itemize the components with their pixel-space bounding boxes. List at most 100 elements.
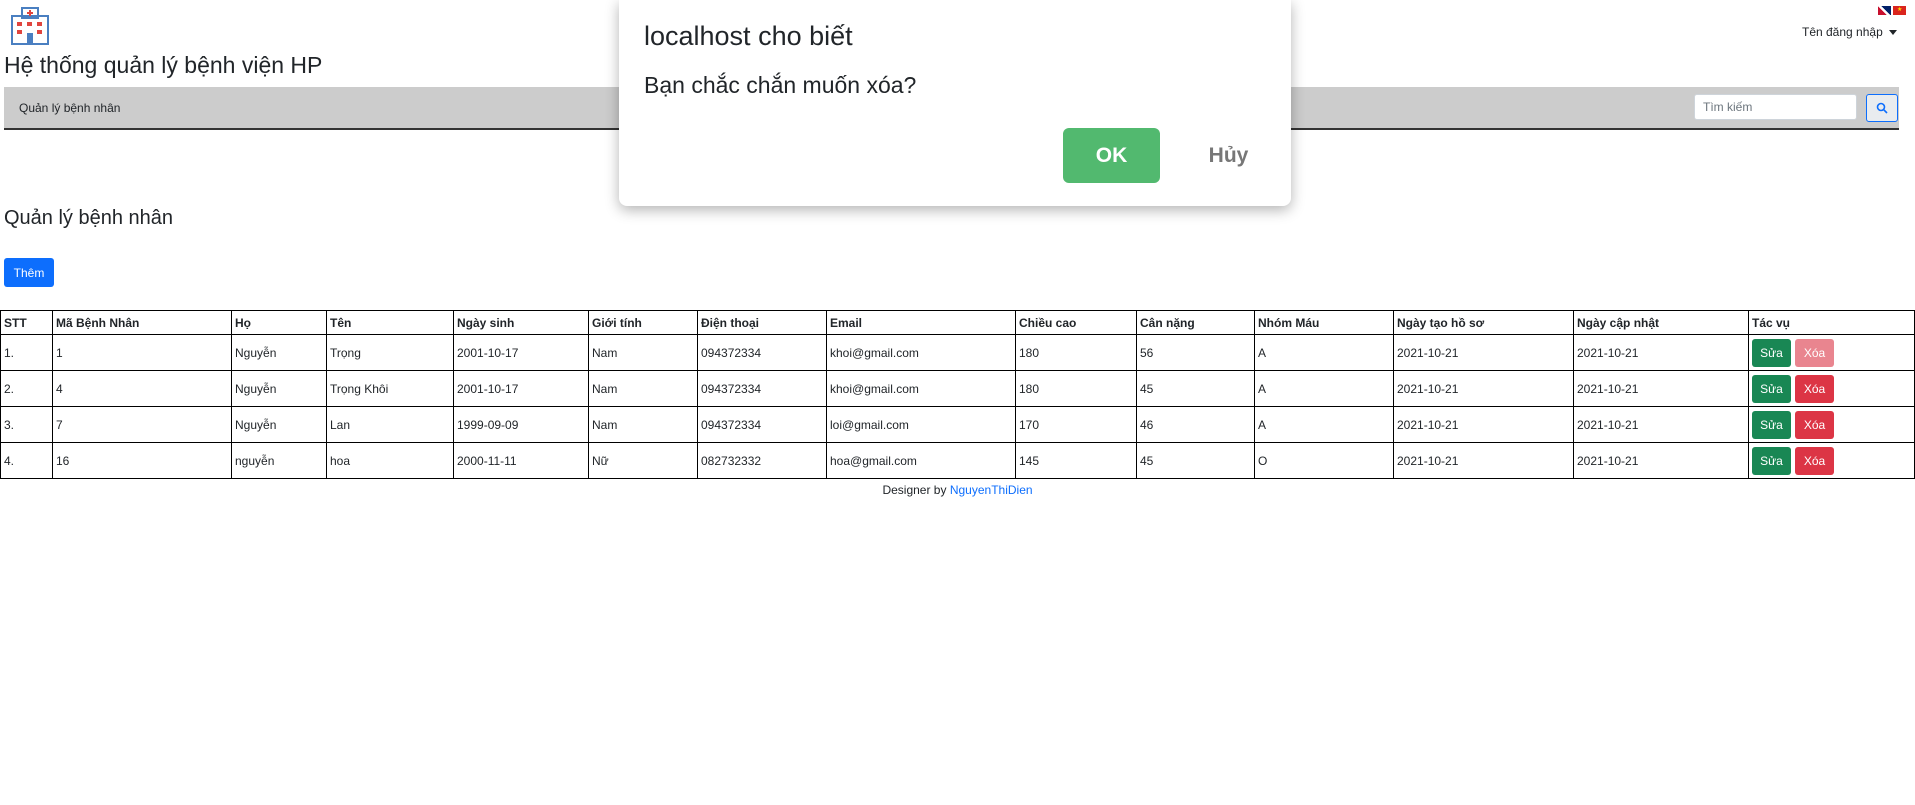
cell-weight: 56 (1136, 334, 1255, 371)
cell-last-name: Nguyễn (231, 406, 327, 443)
patient-table: STT Mã Bệnh Nhân Họ Tên Ngày sinh Giới t… (0, 310, 1915, 479)
delete-button[interactable]: Xóa (1795, 410, 1834, 439)
column-header: Email (826, 310, 1016, 335)
cell-phone: 094372334 (697, 334, 827, 371)
hospital-logo-icon[interactable] (8, 6, 52, 46)
column-header: Ngày sinh (453, 310, 589, 335)
cell-actions: Sửa Xóa (1748, 370, 1915, 407)
footer: Designer by NguyenThiDien (0, 483, 1915, 497)
cell-weight: 45 (1136, 370, 1255, 407)
cell-actions: Sửa Xóa (1748, 406, 1915, 443)
cell-actions: Sửa Xóa (1748, 442, 1915, 479)
cell-blood-type: A (1254, 370, 1394, 407)
cell-blood-type: O (1254, 442, 1394, 479)
cell-birth-date: 2000-11-11 (453, 442, 589, 479)
cell-patient-id: 1 (52, 334, 232, 371)
table-header-row: STT Mã Bệnh Nhân Họ Tên Ngày sinh Giới t… (0, 310, 1915, 335)
vn-flag-icon[interactable] (1893, 6, 1906, 15)
cell-height: 180 (1015, 334, 1137, 371)
cell-stt: 2. (0, 370, 53, 407)
cell-created-date: 2021-10-21 (1393, 406, 1574, 443)
cell-stt: 3. (0, 406, 53, 443)
cell-first-name: hoa (326, 442, 454, 479)
cell-created-date: 2021-10-21 (1393, 370, 1574, 407)
cell-email: hoa@gmail.com (826, 442, 1016, 479)
edit-button[interactable]: Sửa (1752, 410, 1791, 439)
cell-birth-date: 2001-10-17 (453, 370, 589, 407)
delete-button[interactable]: Xóa (1795, 338, 1834, 367)
cell-created-date: 2021-10-21 (1393, 334, 1574, 371)
edit-button[interactable]: Sửa (1752, 338, 1791, 367)
page-heading: Quản lý bệnh nhân (4, 207, 174, 229)
cell-stt: 4. (0, 442, 53, 479)
cell-email: khoi@gmail.com (826, 334, 1016, 371)
cell-updated-date: 2021-10-21 (1573, 334, 1749, 371)
user-menu-dropdown[interactable]: Tên đăng nhập (1802, 25, 1897, 39)
column-header: Tên (326, 310, 454, 335)
cell-first-name: Lan (326, 406, 454, 443)
edit-button[interactable]: Sửa (1752, 446, 1791, 475)
cell-patient-id: 7 (52, 406, 232, 443)
cell-patient-id: 16 (52, 442, 232, 479)
column-header: Ngày tạo hồ sơ (1393, 310, 1574, 335)
language-switcher (1878, 6, 1906, 15)
dialog-message: Bạn chắc chắn muốn xóa? (644, 72, 917, 98)
cell-blood-type: A (1254, 406, 1394, 443)
column-header: Nhóm Máu (1254, 310, 1394, 335)
table-row: 1. 1 Nguyễn Trọng 2001-10-17 Nam 0943723… (0, 334, 1915, 371)
designer-link[interactable]: NguyenThiDien (950, 483, 1033, 497)
cell-last-name: nguyễn (231, 442, 327, 479)
cell-birth-date: 2001-10-17 (453, 334, 589, 371)
cell-birth-date: 1999-09-09 (453, 406, 589, 443)
dialog-title: localhost cho biết (644, 21, 853, 51)
column-header: Giới tính (588, 310, 698, 335)
column-header: Cân nặng (1136, 310, 1255, 335)
cell-actions: Sửa Xóa (1748, 334, 1915, 371)
cell-last-name: Nguyễn (231, 334, 327, 371)
column-header: STT (0, 310, 53, 335)
table-row: 2. 4 Nguyễn Trọng Khôi 2001-10-17 Nam 09… (0, 370, 1915, 407)
cell-gender: Nam (588, 406, 698, 443)
cell-gender: Nam (588, 370, 698, 407)
column-header: Chiều cao (1015, 310, 1137, 335)
column-header: Tác vụ (1748, 310, 1915, 335)
uk-flag-icon[interactable] (1878, 6, 1891, 15)
cell-weight: 46 (1136, 406, 1255, 443)
cell-phone: 082732332 (697, 442, 827, 479)
cell-height: 170 (1015, 406, 1137, 443)
cell-updated-date: 2021-10-21 (1573, 370, 1749, 407)
delete-button[interactable]: Xóa (1795, 374, 1834, 403)
cell-phone: 094372334 (697, 406, 827, 443)
confirm-dialog: localhost cho biết Bạn chắc chắn muốn xó… (619, 0, 1291, 206)
column-header: Họ (231, 310, 327, 335)
cell-first-name: Trọng (326, 334, 454, 371)
search-icon (1876, 102, 1888, 114)
cell-updated-date: 2021-10-21 (1573, 406, 1749, 443)
cell-gender: Nam (588, 334, 698, 371)
cell-email: loi@gmail.com (826, 406, 1016, 443)
delete-button[interactable]: Xóa (1795, 446, 1834, 475)
cancel-button[interactable]: Hủy (1190, 128, 1267, 183)
cell-first-name: Trọng Khôi (326, 370, 454, 407)
ok-button[interactable]: OK (1063, 128, 1160, 183)
column-header: Điện thoại (697, 310, 827, 335)
search-button[interactable] (1866, 94, 1898, 122)
cell-last-name: Nguyễn (231, 370, 327, 407)
cell-gender: Nữ (588, 442, 698, 479)
cell-stt: 1. (0, 334, 53, 371)
search-input[interactable] (1694, 94, 1857, 120)
table-row: 4. 16 nguyễn hoa 2000-11-11 Nữ 082732332… (0, 442, 1915, 479)
cell-blood-type: A (1254, 334, 1394, 371)
cell-phone: 094372334 (697, 370, 827, 407)
cell-patient-id: 4 (52, 370, 232, 407)
edit-button[interactable]: Sửa (1752, 374, 1791, 403)
cell-email: khoi@gmail.com (826, 370, 1016, 407)
footer-prefix: Designer by (882, 483, 947, 497)
add-patient-button[interactable]: Thêm (4, 258, 54, 287)
cell-weight: 45 (1136, 442, 1255, 479)
site-title: Hệ thống quản lý bệnh viện HP (4, 52, 323, 78)
caret-down-icon (1888, 29, 1897, 35)
user-menu-label: Tên đăng nhập (1802, 25, 1883, 39)
cell-height: 180 (1015, 370, 1137, 407)
nav-item-patient-management[interactable]: Quản lý bệnh nhân (19, 101, 120, 115)
